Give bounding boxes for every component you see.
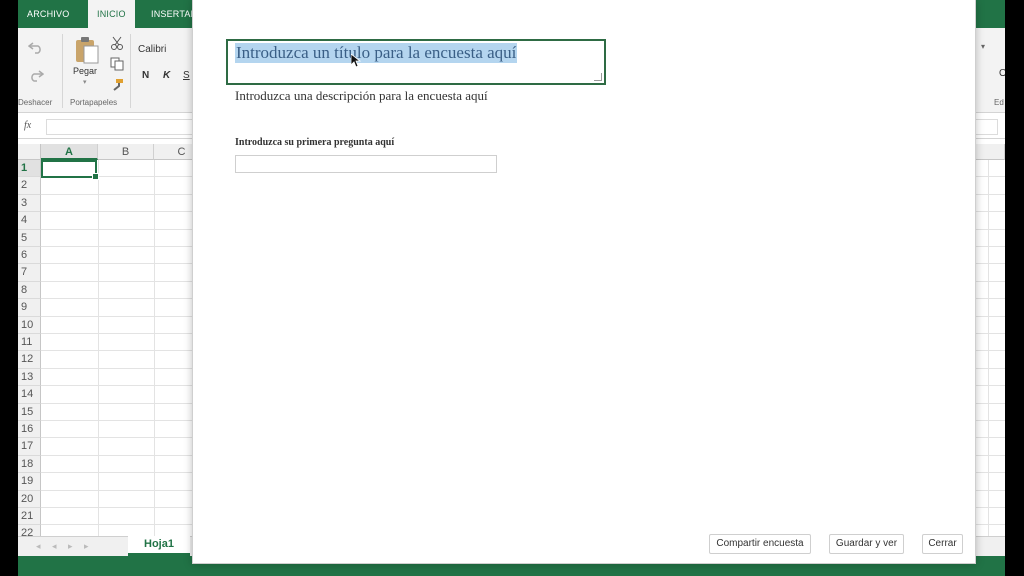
resize-grip-icon[interactable] bbox=[594, 73, 602, 81]
paste-dropdown-icon[interactable]: ▾ bbox=[83, 78, 87, 86]
cut-icon[interactable] bbox=[110, 36, 124, 55]
redo-icon[interactable] bbox=[28, 68, 45, 87]
dropdown-arrow-icon[interactable]: ▾ bbox=[981, 42, 985, 51]
row-header[interactable]: 10 bbox=[18, 316, 41, 334]
row-header[interactable]: 14 bbox=[18, 386, 41, 404]
row-header[interactable]: 3 bbox=[18, 194, 41, 213]
row-header[interactable]: 7 bbox=[18, 264, 41, 282]
italic-button[interactable]: K bbox=[163, 70, 170, 81]
right-letterbox bbox=[1005, 0, 1024, 576]
paste-icon[interactable] bbox=[74, 36, 100, 69]
ribbon-separator bbox=[62, 34, 63, 108]
select-all-corner[interactable] bbox=[18, 144, 41, 160]
close-button[interactable]: Cerrar bbox=[922, 534, 963, 554]
grid-vline bbox=[988, 160, 989, 536]
ribbon-separator bbox=[130, 34, 131, 108]
clipboard-group-label: Portapapeles bbox=[70, 98, 118, 107]
ribbon-right-peek: O bbox=[999, 68, 1005, 79]
row-header[interactable]: 17 bbox=[18, 438, 41, 456]
row-header[interactable]: 15 bbox=[18, 403, 41, 421]
grid-vline bbox=[154, 160, 155, 536]
grid-vline bbox=[98, 160, 99, 536]
sheet-tab-hoja1[interactable]: Hoja1 bbox=[128, 536, 190, 556]
next-sheet-arrow-icon[interactable]: ▸ bbox=[68, 541, 73, 552]
prev-sheet-arrow-icon[interactable]: ◂ bbox=[52, 541, 57, 552]
row-header[interactable]: 12 bbox=[18, 351, 41, 369]
format-painter-icon[interactable] bbox=[110, 78, 124, 97]
row-header[interactable]: 5 bbox=[18, 229, 41, 247]
excel-window: ARCHIVO INICIO INSERTAR Deshacer Pegar ▾… bbox=[18, 0, 1005, 576]
survey-description[interactable]: Introduzca una descripción para la encue… bbox=[235, 88, 488, 104]
undo-icon[interactable] bbox=[27, 40, 44, 59]
bold-button[interactable]: N bbox=[142, 70, 149, 81]
row-header[interactable]: 16 bbox=[18, 421, 41, 439]
mouse-pointer-icon bbox=[350, 53, 362, 73]
left-letterbox bbox=[0, 0, 18, 576]
row-header[interactable]: 1 bbox=[18, 160, 41, 178]
save-and-view-button[interactable]: Guardar y ver bbox=[829, 534, 904, 554]
undo-group-label: Deshacer bbox=[18, 98, 53, 107]
row-header[interactable]: 9 bbox=[18, 299, 41, 317]
row-header[interactable]: 8 bbox=[18, 281, 41, 300]
row-header[interactable]: 4 bbox=[18, 212, 41, 230]
row-header[interactable]: 20 bbox=[18, 490, 41, 508]
fx-icon[interactable]: fx bbox=[24, 120, 31, 131]
row-header[interactable]: 2 bbox=[18, 177, 41, 195]
row-header[interactable]: 19 bbox=[18, 473, 41, 491]
paste-button[interactable]: Pegar bbox=[73, 66, 97, 76]
survey-title-input[interactable]: Introduzca un título para la encuesta aq… bbox=[226, 39, 606, 85]
share-survey-button[interactable]: Compartir encuesta bbox=[709, 534, 811, 554]
survey-title-text: Introduzca un título para la encuesta aq… bbox=[235, 43, 518, 63]
question-label[interactable]: Introduzca su primera pregunta aquí bbox=[235, 137, 394, 148]
row-header[interactable]: 13 bbox=[18, 368, 41, 387]
font-name-box[interactable]: Calibri bbox=[138, 44, 166, 55]
question-answer-input[interactable] bbox=[235, 155, 497, 173]
tab-archivo[interactable]: ARCHIVO bbox=[18, 0, 78, 28]
first-sheet-arrow-icon[interactable]: ◂ bbox=[36, 541, 41, 552]
row-header[interactable]: 18 bbox=[18, 455, 41, 474]
underline-button[interactable]: S bbox=[183, 70, 190, 81]
active-cell-a1[interactable] bbox=[41, 160, 99, 180]
tab-inicio[interactable]: INICIO bbox=[88, 0, 135, 28]
column-header-a[interactable]: A bbox=[41, 144, 98, 160]
survey-dialog: Introduzca un título para la encuesta aq… bbox=[192, 0, 976, 564]
column-header-b[interactable]: B bbox=[98, 144, 154, 160]
row-header[interactable]: 6 bbox=[18, 247, 41, 265]
copy-icon[interactable] bbox=[110, 57, 124, 76]
row-header[interactable]: 21 bbox=[18, 508, 41, 526]
last-sheet-arrow-icon[interactable]: ▸ bbox=[84, 541, 89, 552]
edit-group-label: Ed bbox=[994, 98, 1004, 107]
row-header[interactable]: 11 bbox=[18, 334, 41, 352]
fill-handle[interactable] bbox=[92, 173, 99, 180]
